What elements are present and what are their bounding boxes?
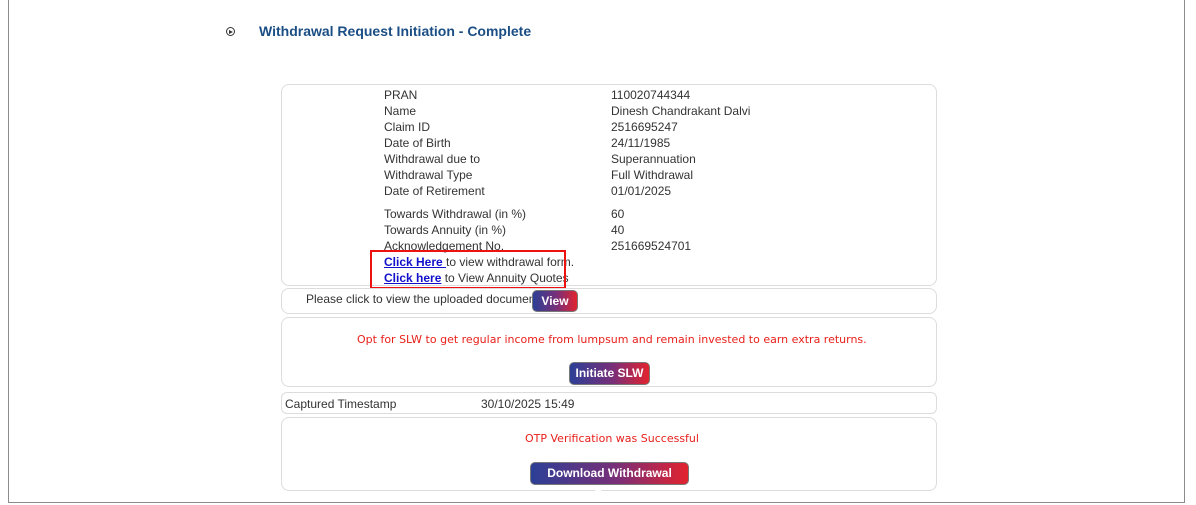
- view-button[interactable]: View: [532, 290, 578, 312]
- withdrawal-percent-label: Towards Withdrawal (in %): [384, 207, 527, 221]
- dob-label: Date of Birth: [384, 136, 451, 150]
- annuity-percent-value: 40: [611, 223, 625, 237]
- annuity-percent-label: Towards Annuity (in %): [384, 223, 507, 237]
- retirement-date-label: Date of Retirement: [384, 184, 485, 198]
- page-title: Withdrawal Request Initiation - Complete: [259, 23, 532, 39]
- circle-arrow-icon: [226, 27, 235, 36]
- claim-id-label: Claim ID: [384, 120, 431, 134]
- withdrawal-due-label: Withdrawal due to: [384, 152, 481, 166]
- timestamp-value: 30/10/2025 15:49: [481, 397, 575, 411]
- name-value: Dinesh Chandrakant Dalvi: [611, 104, 751, 118]
- withdrawal-percent-value: 60: [611, 207, 625, 221]
- otp-message: OTP Verification was Successful: [525, 432, 699, 445]
- pran-value: 110020744344: [611, 88, 691, 102]
- withdrawal-type-value: Full Withdrawal: [611, 168, 694, 182]
- download-withdrawal-form-button[interactable]: Download Withdrawal Form: [530, 462, 689, 501]
- dob-value: 24/11/1985: [611, 136, 671, 150]
- withdrawal-type-label: Withdrawal Type: [384, 168, 473, 182]
- pran-label: PRAN: [384, 88, 418, 102]
- slw-message: Opt for SLW to get regular income from l…: [357, 333, 867, 346]
- claim-id-value: 2516695247: [611, 120, 678, 134]
- retirement-date-value: 01/01/2025: [611, 184, 672, 198]
- ack-number-value: 251669524701: [611, 239, 692, 253]
- name-label: Name: [384, 104, 417, 118]
- withdrawal-due-value: Superannuation: [611, 152, 696, 166]
- initiate-slw-button[interactable]: Initiate SLW: [569, 362, 650, 385]
- highlight-box: [370, 250, 566, 289]
- timestamp-label: Captured Timestamp: [285, 397, 397, 411]
- upload-text: Please click to view the uploaded docume…: [306, 292, 546, 306]
